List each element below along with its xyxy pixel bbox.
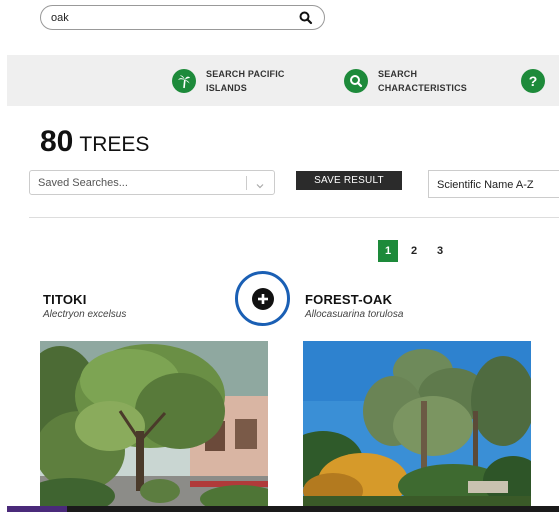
- search-box[interactable]: [40, 5, 325, 30]
- tree-photo[interactable]: [40, 341, 268, 506]
- results-count: 80: [40, 125, 74, 158]
- results-label: TREES: [79, 133, 150, 156]
- saved-searches-placeholder: Saved Searches...: [38, 177, 128, 189]
- pagination: 1 2 3: [378, 240, 456, 262]
- tree-scientific-name: Alectryon excelsus: [43, 309, 127, 320]
- palm-tree-icon: [172, 69, 196, 93]
- results-heading: 80 TREES: [40, 125, 149, 159]
- select-separator: [246, 176, 247, 190]
- search-input[interactable]: [51, 9, 281, 27]
- add-circle-icon: [251, 287, 274, 310]
- nav-search-characteristics[interactable]: SEARCH CHARACTERISTICS: [344, 65, 478, 97]
- nav-search-pacific-islands[interactable]: SEARCH PACIFIC ISLANDS: [172, 65, 306, 97]
- help-icon: ?: [521, 69, 545, 93]
- saved-searches-select[interactable]: Saved Searches...: [29, 170, 275, 195]
- tree-common-name[interactable]: FOREST-OAK: [305, 292, 392, 307]
- page-3[interactable]: 3: [430, 240, 450, 262]
- sort-value: Scientific Name A-Z: [437, 179, 534, 191]
- taskbar-strip: [7, 506, 559, 512]
- taskbar-accent: [7, 506, 67, 512]
- divider: [29, 217, 559, 218]
- search-icon: [344, 69, 368, 93]
- nav-label: SEARCH PACIFIC ISLANDS: [206, 69, 285, 93]
- nav-help[interactable]: ?: [521, 65, 545, 97]
- page-1[interactable]: 1: [378, 240, 398, 262]
- nav-label: SEARCH CHARACTERISTICS: [378, 69, 468, 93]
- page-2[interactable]: 2: [404, 240, 424, 262]
- add-to-compare-button[interactable]: [235, 271, 290, 326]
- search-icon[interactable]: [298, 10, 314, 26]
- save-result-button[interactable]: SAVE RESULT: [296, 171, 402, 190]
- secondary-nav: SEARCH PACIFIC ISLANDS SEARCH CHARACTERI…: [7, 55, 559, 106]
- tree-scientific-name: Allocasuarina torulosa: [305, 309, 404, 320]
- chevron-down-icon: [255, 178, 265, 189]
- sort-select[interactable]: Scientific Name A-Z: [428, 170, 559, 198]
- tree-common-name[interactable]: TITOKI: [43, 292, 87, 307]
- tree-photo[interactable]: [303, 341, 531, 506]
